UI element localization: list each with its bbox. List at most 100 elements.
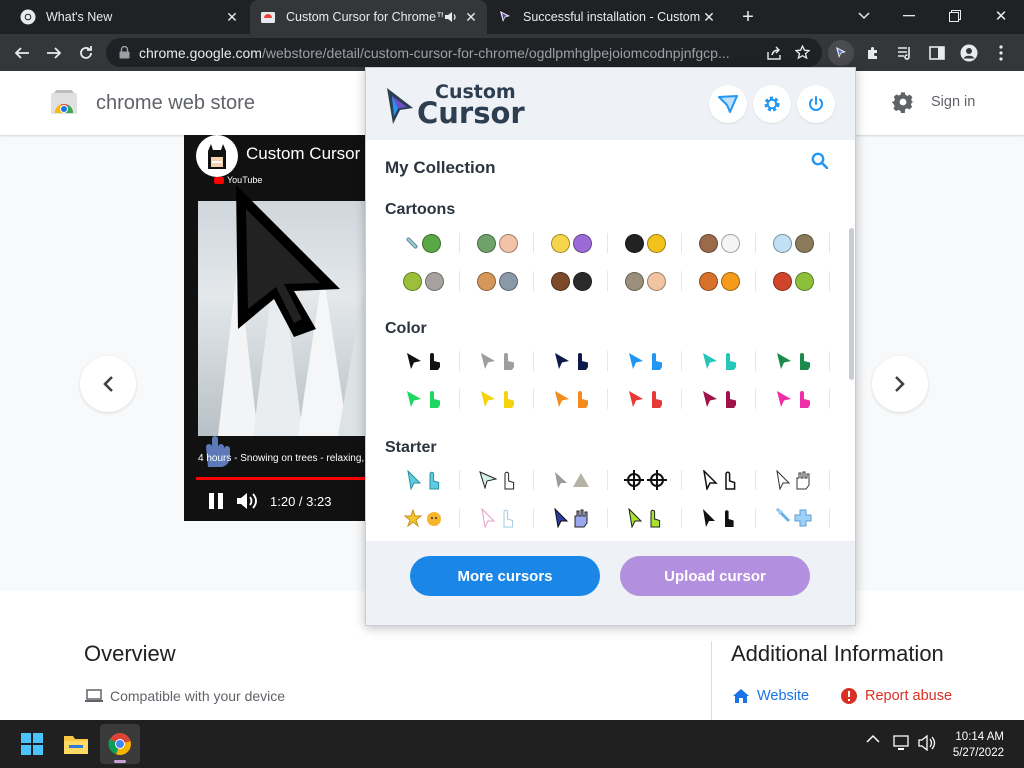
address-bar[interactable]: chrome.google.com /webstore/detail/custo… <box>106 38 822 67</box>
cursor-pack-minions[interactable] <box>534 228 608 258</box>
lock-icon[interactable] <box>119 46 130 59</box>
back-button[interactable] <box>9 40 35 66</box>
network-icon[interactable] <box>893 735 911 751</box>
system-clock[interactable]: 10:14 AM 5/27/2022 <box>944 729 1004 761</box>
panda-icon <box>720 233 740 253</box>
gallery-prev-button[interactable] <box>80 356 136 412</box>
settings-gear-icon[interactable] <box>892 91 914 113</box>
cursor-pack-starter-crosshair[interactable] <box>608 465 682 495</box>
minimize-button[interactable] <box>896 3 922 29</box>
cursor-pack-bare-bears[interactable] <box>682 228 756 258</box>
profile-avatar-icon[interactable] <box>956 40 982 66</box>
arrow-cursor-icon <box>554 391 569 407</box>
chrome-icon <box>108 733 131 756</box>
cursor-pack-color[interactable] <box>608 346 682 376</box>
promo-video[interactable]: Custom Cursor YouTube 4 hours - Snowing … <box>184 135 374 521</box>
cursor-row <box>386 380 830 418</box>
gallery-next-button[interactable] <box>872 356 928 412</box>
chrome-menu-icon[interactable] <box>988 40 1014 66</box>
omnitrix-icon <box>624 271 644 291</box>
pause-icon[interactable] <box>208 492 224 510</box>
cursor-pack-grinch[interactable] <box>756 266 830 296</box>
reading-list-icon[interactable] <box>892 40 918 66</box>
cursor-pack-starter-blue[interactable] <box>534 503 608 533</box>
video-progress-bar[interactable] <box>196 477 374 480</box>
stone-arrow-icon <box>554 472 567 488</box>
cursor-pack-unicorn[interactable] <box>756 228 830 258</box>
cursor-pack-starter-stone[interactable] <box>534 465 608 495</box>
hand-cursor-icon <box>429 391 440 408</box>
extensions-puzzle-icon[interactable] <box>860 40 886 66</box>
chrome-taskbar-button[interactable] <box>100 724 140 764</box>
custom-cursor-extension-icon[interactable] <box>828 40 854 66</box>
cursor-pack-color[interactable] <box>682 384 756 414</box>
cursor-pack-starter-star[interactable] <box>386 503 460 533</box>
tab-successful-installation[interactable]: Successful installation - Custom C ✕ <box>489 0 725 34</box>
cursor-pack-starter-paper[interactable] <box>460 465 534 495</box>
new-tab-button[interactable]: + <box>735 4 761 30</box>
cursor-pack-starter-outline[interactable] <box>682 465 756 495</box>
forward-button[interactable] <box>41 40 67 66</box>
start-button[interactable] <box>12 724 52 764</box>
speaker-icon[interactable] <box>443 9 459 25</box>
tab-whats-new[interactable]: What's New ✕ <box>12 0 248 34</box>
close-icon[interactable]: ✕ <box>224 9 240 25</box>
popup-scrollbar[interactable] <box>849 228 854 380</box>
sign-in-link[interactable]: Sign in <box>931 94 975 110</box>
tray-chevron-icon[interactable] <box>866 734 880 744</box>
cursor-pack-popeye[interactable] <box>460 228 534 258</box>
volume-icon[interactable] <box>918 735 936 751</box>
cursor-pack-color[interactable] <box>386 384 460 414</box>
cursor-pack-felix[interactable] <box>608 228 682 258</box>
cursor-pack-ben10[interactable] <box>608 266 682 296</box>
report-abuse-link[interactable]: Report abuse <box>841 688 952 704</box>
settings-button[interactable] <box>753 85 791 123</box>
cursor-pack-color[interactable] <box>386 346 460 376</box>
store-title[interactable]: chrome web store <box>96 92 255 115</box>
cursor-pack-ninja-turtles[interactable] <box>386 228 460 258</box>
tab-search-chevron-icon[interactable] <box>851 3 877 29</box>
close-window-button[interactable]: ✕ <box>988 3 1014 29</box>
chrome-web-store-logo-icon[interactable] <box>50 89 78 115</box>
color-grid <box>386 342 830 418</box>
cursor-pack-starter-cyan[interactable] <box>386 465 460 495</box>
cursor-pack-garfield[interactable] <box>682 266 756 296</box>
file-explorer-button[interactable] <box>56 724 96 764</box>
cursor-pack-starter-classic[interactable] <box>756 465 830 495</box>
channel-avatar[interactable] <box>196 135 238 177</box>
bookmark-star-icon[interactable] <box>795 45 810 60</box>
cursor-pack-color[interactable] <box>682 346 756 376</box>
cursor-pack-starter-ice[interactable] <box>756 503 830 533</box>
cursor-mode-button[interactable] <box>709 85 747 123</box>
windows-logo-icon <box>21 733 43 755</box>
side-panel-icon[interactable] <box>924 40 950 66</box>
cursor-pack-color[interactable] <box>756 346 830 376</box>
cursor-pack-color[interactable] <box>534 346 608 376</box>
cursor-pack-color[interactable] <box>460 384 534 414</box>
cursor-pack-color[interactable] <box>608 384 682 414</box>
more-cursors-button[interactable]: More cursors <box>410 556 600 596</box>
share-icon[interactable] <box>767 46 783 60</box>
cursor-pack-color[interactable] <box>460 346 534 376</box>
cursor-pack-color[interactable] <box>756 384 830 414</box>
restore-button[interactable] <box>942 3 968 29</box>
youtube-icon <box>214 176 224 184</box>
cursor-pack-starter-mono[interactable] <box>682 503 756 533</box>
arrow-cursor-icon <box>627 508 642 528</box>
cursor-pack-anime[interactable] <box>534 266 608 296</box>
reload-button[interactable] <box>73 40 99 66</box>
website-link[interactable]: Website <box>733 688 809 704</box>
power-button[interactable] <box>797 85 835 123</box>
tab-custom-cursor[interactable]: Custom Cursor for Chrome™ ✕ <box>250 0 487 34</box>
upload-cursor-button[interactable]: Upload cursor <box>620 556 810 596</box>
collection-search-icon[interactable] <box>811 152 828 169</box>
close-icon[interactable]: ✕ <box>701 9 717 25</box>
close-icon[interactable]: ✕ <box>463 9 479 25</box>
cursor-pack-shrek[interactable] <box>386 266 460 296</box>
arrow-cursor-icon <box>480 508 495 528</box>
cursor-pack-tom-jerry[interactable] <box>460 266 534 296</box>
cursor-pack-starter-pastel[interactable] <box>460 503 534 533</box>
cursor-pack-starter-lime[interactable] <box>608 503 682 533</box>
volume-icon[interactable] <box>236 492 258 510</box>
cursor-pack-color[interactable] <box>534 384 608 414</box>
